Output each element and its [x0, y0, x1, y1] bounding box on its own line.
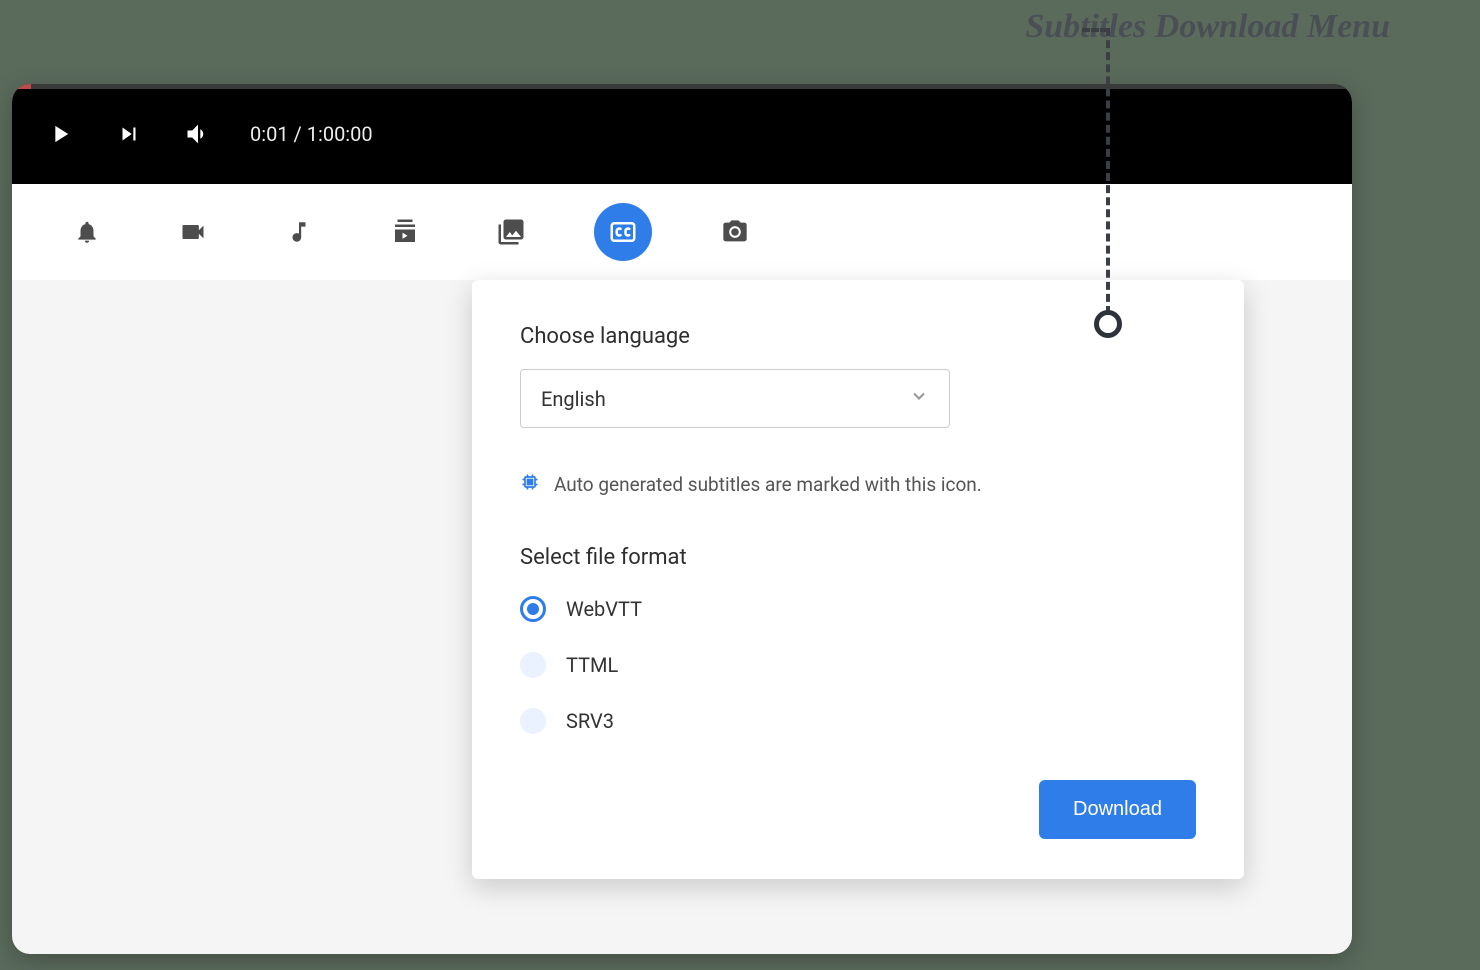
tab-images[interactable]	[488, 209, 534, 255]
language-selected-value: English	[541, 387, 606, 411]
radio-unselected-icon	[520, 708, 546, 734]
tab-snapshot[interactable]	[712, 209, 758, 255]
video-player-bar: 0:01 / 1:00:00	[12, 84, 1352, 184]
volume-button[interactable]	[184, 120, 212, 148]
tab-playlist[interactable]	[382, 209, 428, 255]
tab-audio[interactable]	[276, 209, 322, 255]
popup-actions: Download	[520, 780, 1196, 839]
annotation-label: Subtitles Download Menu	[1025, 8, 1390, 46]
music-icon	[286, 219, 312, 245]
bell-icon	[74, 219, 100, 245]
cpu-icon	[520, 472, 540, 497]
format-label: SRV3	[566, 709, 614, 733]
chevron-down-icon	[909, 386, 929, 411]
format-radio-group: WebVTT TTML SRV3	[520, 596, 1196, 734]
tab-strip	[12, 184, 1352, 280]
format-option-srv3[interactable]: SRV3	[520, 708, 1196, 734]
format-option-webvtt[interactable]: WebVTT	[520, 596, 1196, 622]
language-select[interactable]: English	[520, 369, 950, 428]
annotation-endpoint	[1094, 310, 1122, 338]
time-display: 0:01 / 1:00:00	[250, 122, 373, 146]
download-button[interactable]: Download	[1039, 780, 1196, 839]
tab-subtitles[interactable]	[594, 203, 652, 261]
next-button[interactable]	[116, 121, 142, 147]
tab-notifications[interactable]	[64, 209, 110, 255]
annotation-line	[1106, 28, 1110, 314]
auto-generated-text: Auto generated subtitles are marked with…	[554, 473, 982, 496]
format-label: TTML	[566, 653, 618, 677]
cc-icon	[608, 217, 638, 247]
images-icon	[496, 217, 526, 247]
radio-unselected-icon	[520, 652, 546, 678]
select-format-label: Select file format	[520, 545, 1196, 570]
format-option-ttml[interactable]: TTML	[520, 652, 1196, 678]
auto-generated-note: Auto generated subtitles are marked with…	[520, 472, 1196, 497]
tab-video[interactable]	[170, 209, 216, 255]
app-window: 0:01 / 1:00:00 Choose language English	[12, 84, 1352, 954]
radio-selected-icon	[520, 596, 546, 622]
video-controls: 0:01 / 1:00:00	[12, 84, 1352, 184]
playlist-icon	[390, 217, 420, 247]
format-label: WebVTT	[566, 597, 642, 621]
progress-track[interactable]	[12, 84, 1352, 89]
video-icon	[179, 218, 207, 246]
subtitles-download-menu: Choose language English Auto generated s…	[472, 280, 1244, 879]
play-button[interactable]	[46, 120, 74, 148]
camera-icon	[721, 218, 749, 246]
progress-fill	[12, 84, 31, 89]
annotation-line	[1082, 28, 1108, 32]
